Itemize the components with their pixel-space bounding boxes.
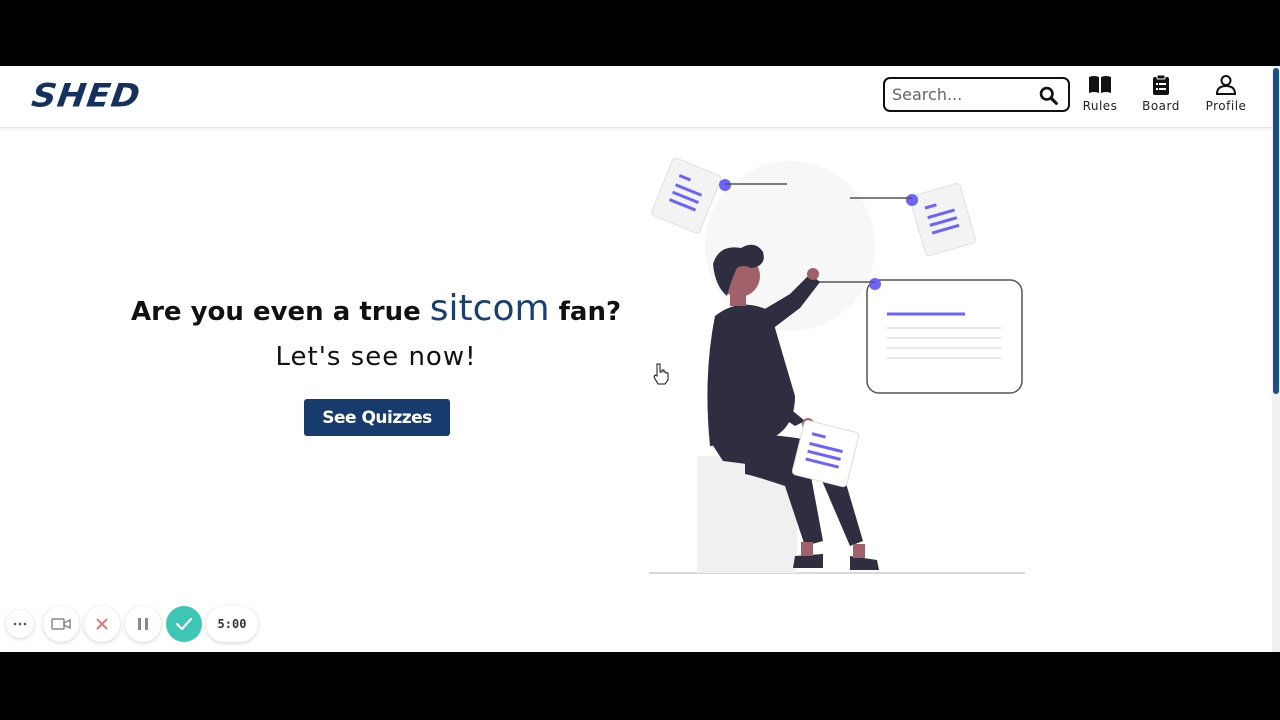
illustration-card [866, 279, 1023, 394]
hero-title-start: Are you even a true [130, 297, 430, 327]
hero-title: Are you even a true sitcom fan? [0, 288, 752, 329]
hero-illustration [649, 157, 1025, 574]
pause-icon [138, 618, 148, 630]
scrollbar[interactable] [1272, 66, 1280, 652]
user-icon [1215, 75, 1237, 95]
recorder-pause-button[interactable] [125, 606, 161, 642]
site-header: SHED Rules Board [0, 66, 1272, 128]
search-input[interactable] [892, 85, 1032, 104]
nav-profile[interactable]: Profile [1196, 75, 1256, 113]
more-icon [13, 622, 27, 626]
nav-board[interactable]: Board [1131, 75, 1191, 113]
nav-rules[interactable]: Rules [1070, 75, 1130, 113]
hero-title-accent: sitcom [429, 288, 550, 329]
recorder-timer: 5:00 [206, 606, 258, 642]
book-icon [1089, 76, 1111, 93]
nav-board-label: Board [1142, 99, 1180, 113]
scrollbar-thumb[interactable] [1273, 68, 1279, 394]
camera-icon [51, 618, 71, 630]
recorder-finish-button[interactable] [166, 606, 202, 642]
hero-subtitle: Let's see now! [275, 342, 477, 372]
see-quizzes-button[interactable]: See Quizzes [304, 399, 450, 436]
browser-viewport: SHED Rules Board [0, 66, 1280, 652]
nav-rules-label: Rules [1082, 99, 1118, 113]
search-icon[interactable] [1038, 85, 1059, 106]
paper-top-right [909, 183, 976, 257]
check-icon [175, 617, 193, 631]
recorder-more-button[interactable] [6, 610, 34, 638]
recorder-camera-button[interactable] [43, 606, 79, 642]
hand-cursor-icon [653, 363, 669, 385]
hero-title-end: fan? [549, 297, 622, 327]
clipboard-icon [1153, 75, 1169, 95]
search-box [883, 77, 1070, 112]
nav-profile-label: Profile [1205, 99, 1247, 113]
site-logo[interactable]: SHED [29, 77, 143, 115]
close-icon [96, 618, 108, 630]
recorder-cancel-button[interactable] [84, 606, 120, 642]
